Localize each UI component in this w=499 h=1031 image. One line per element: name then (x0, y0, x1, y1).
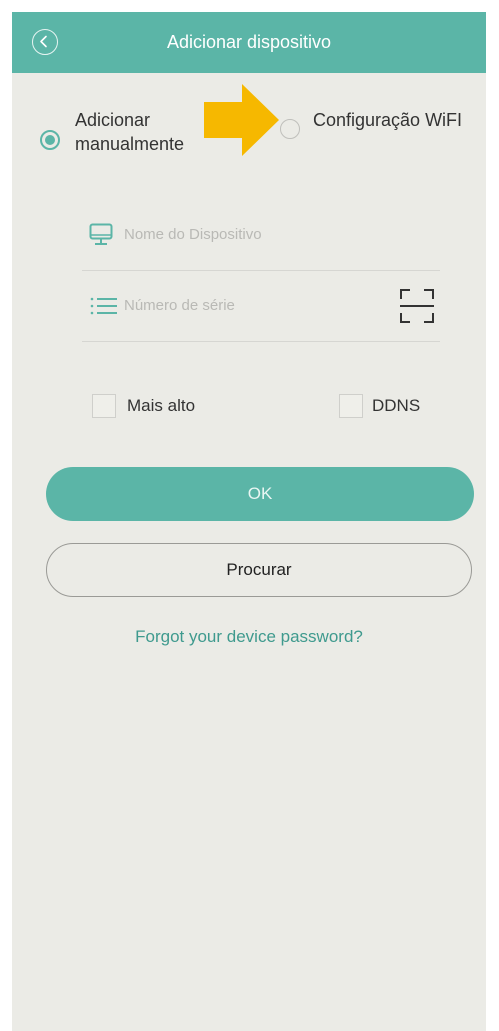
serial-number-input[interactable]: Número de série (124, 271, 235, 341)
device-name-input[interactable]: Nome do Dispositivo (124, 200, 262, 270)
page-title: Adicionar dispositivo (166, 32, 332, 52)
options-row: Mais alto DDNS (12, 389, 486, 423)
monitor-icon (89, 223, 113, 245)
annotation-arrow-icon (204, 84, 279, 156)
mais-alto-label[interactable]: Mais alto (127, 395, 195, 417)
app-header: Adicionar dispositivo (12, 12, 486, 73)
mais-alto-checkbox[interactable] (92, 394, 116, 418)
manual-radio[interactable] (40, 130, 60, 150)
qr-scan-icon[interactable] (399, 288, 435, 324)
search-button[interactable]: Procurar (46, 543, 472, 597)
add-device-screen: Adicionar dispositivo Adicionar manualme… (12, 12, 486, 1031)
serial-number-field[interactable]: Número de série (82, 271, 440, 342)
ddns-label[interactable]: DDNS (372, 395, 420, 417)
ddns-checkbox[interactable] (339, 394, 363, 418)
forgot-password-link[interactable]: Forgot your device password? (12, 625, 486, 649)
list-icon (90, 297, 117, 315)
wifi-config-radio-label[interactable]: Configuração WiFI (313, 108, 462, 132)
ok-button[interactable]: OK (46, 467, 474, 521)
back-button[interactable] (32, 29, 58, 55)
chevron-left-icon (40, 35, 47, 48)
wifi-config-radio[interactable] (280, 119, 300, 139)
device-name-field[interactable]: Nome do Dispositivo (82, 200, 440, 271)
